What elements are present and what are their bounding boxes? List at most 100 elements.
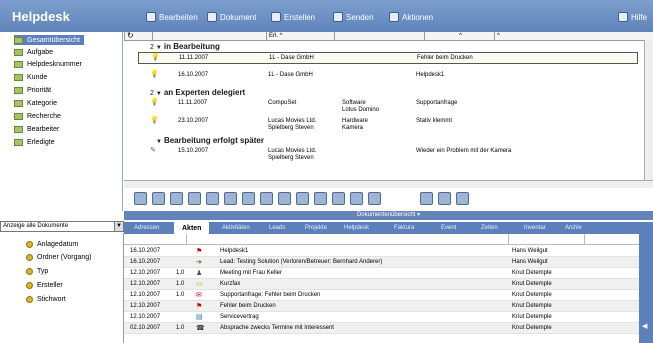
file-row[interactable]: 12.10.2007 1.0 ▭ Kurzfax Knut Detemple <box>124 279 639 290</box>
file-row[interactable]: 12.10.2007 ⚑ Fehler beim Drucken Knut Detem… <box>124 301 639 312</box>
view-icon <box>14 60 23 68</box>
tab-adressen[interactable]: Adressen <box>134 225 159 231</box>
app-title: Helpdesk <box>12 9 70 24</box>
file-row[interactable]: 12.10.2007 1.0 ♟ Meeting mit Frau Keller Knu… <box>124 268 639 279</box>
file-row[interactable]: 12.10.2007 ▤ Servicevertrag Knut Detemple <box>124 312 639 323</box>
nav-item-aufgabe[interactable]: Aufgabe <box>14 47 53 57</box>
nav-item-kategorie[interactable]: Kategorie <box>14 98 57 108</box>
list-row[interactable]: ✎ 15.10.2007 Lucas Movies Ltd. Spielberg… <box>138 146 638 162</box>
folder-icon: ▭ <box>196 281 203 288</box>
tab-faktura[interactable]: Faktura <box>394 225 414 231</box>
view-select[interactable]: Anzeige alle Dokumente ▼ <box>0 221 124 232</box>
icon-toolbar <box>124 189 653 210</box>
column-subject[interactable]: ^ <box>494 32 644 41</box>
nav-item-recherche[interactable]: Recherche <box>14 111 61 121</box>
tab-projekte[interactable]: Projekte <box>305 225 327 231</box>
horizontal-scrollbar[interactable] <box>124 180 653 188</box>
tab-helpdesk[interactable]: Helpdesk <box>344 225 369 231</box>
view-icon <box>26 268 33 275</box>
bnav-anlagedatum[interactable]: Anlagedatum <box>26 241 78 248</box>
person-icon[interactable] <box>438 192 451 205</box>
tab-aktivitaeten[interactable]: Aktivitäten <box>222 225 250 231</box>
group-header[interactable]: 2 ▼ an Experten delegiert <box>150 88 245 97</box>
tab-leads[interactable]: Leads <box>269 225 285 231</box>
bnav-ersteller[interactable]: Ersteller <box>26 282 63 289</box>
list-row[interactable]: 💡 16.10.2007 1L - Dase GmbH Helpdesk1 <box>138 70 638 82</box>
toolbar-aktionen[interactable]: Aktionen <box>389 12 433 22</box>
chevron-left-icon: ◀ <box>642 323 648 330</box>
file-row[interactable]: 12.10.2007 1.0 ✉ Supportanfrage: Fehler bei… <box>124 290 639 301</box>
file-row[interactable]: 02.10.2007 1.0 ☎ Absprache zwecks Termine m… <box>124 323 639 334</box>
nav-item-kunde[interactable]: Kunde <box>14 72 47 82</box>
nav-item-erledigte[interactable]: Erledigte <box>14 137 55 147</box>
building-icon[interactable] <box>278 192 291 205</box>
toolbar-senden[interactable]: Senden <box>333 12 374 22</box>
view-icon <box>14 36 23 44</box>
tab-zeiten[interactable]: Zeiten <box>481 225 498 231</box>
edit-icon[interactable] <box>260 192 273 205</box>
document-overview-bar[interactable]: Dokumentenübersicht ▾ <box>124 211 653 220</box>
contact-icon[interactable] <box>134 192 147 205</box>
flag-icon: ⚑ <box>196 248 203 255</box>
chevron-down-icon: ▼ <box>114 222 123 231</box>
tab-akten[interactable]: Akten <box>174 222 210 234</box>
bottom-nav: Anlagedatum Ordner (Vorgang) Typ Erstell… <box>0 233 124 343</box>
toolbar-bearbeiten[interactable]: Bearbeiten <box>146 12 198 22</box>
bnav-typ[interactable]: Typ <box>26 268 48 275</box>
group-header[interactable]: ▼ Bearbeitung erfolgt später <box>156 136 264 145</box>
column-company[interactable] <box>334 32 424 41</box>
chart-icon[interactable] <box>296 192 309 205</box>
help-button[interactable]: Hilfe <box>618 12 647 22</box>
send-icon <box>333 12 343 22</box>
tab-bar: Adressen Akten Aktivitäten Leads Projekt… <box>124 222 653 234</box>
note-icon[interactable] <box>152 192 165 205</box>
letter-icon[interactable] <box>242 192 255 205</box>
fax-icon[interactable] <box>206 192 219 205</box>
toolbar-dokument[interactable]: Dokument <box>207 12 256 22</box>
vertical-scrollbar[interactable] <box>644 40 653 180</box>
bnav-stichwort[interactable]: Stichwort <box>26 296 66 303</box>
side-panel-toggle[interactable]: ◀ <box>639 234 653 343</box>
nav-item-helpdesknummer[interactable]: Helpdesknummer <box>14 59 82 69</box>
home-icon[interactable] <box>420 192 433 205</box>
sms-icon[interactable] <box>224 192 237 205</box>
tab-archiv[interactable]: Archiv <box>565 225 582 231</box>
list-row[interactable]: 💡 23.10.2007 Lucas Movies Ltd. Spielberg… <box>138 116 638 132</box>
tab-event[interactable]: Event <box>441 225 456 231</box>
mail-icon[interactable] <box>170 192 183 205</box>
refresh-icon[interactable]: ↻ <box>124 32 136 41</box>
tab-inventar[interactable]: Inventar <box>524 225 546 231</box>
document-icon <box>207 12 217 22</box>
sidebar-nav: Gesamtübersicht Aufgabe Helpdesknummer K… <box>0 32 123 211</box>
view-icon <box>26 241 33 248</box>
column-icon[interactable] <box>152 32 166 41</box>
bnav-ordner[interactable]: Ordner (Vorgang) <box>26 254 91 261</box>
toolbar-erstellen[interactable]: Erstellen <box>271 12 315 22</box>
folder-icon[interactable] <box>368 192 381 205</box>
pen-icon <box>146 12 156 22</box>
print-icon[interactable] <box>314 192 327 205</box>
app-header: Helpdesk Bearbeiten Dokument Erstellen S… <box>0 0 653 32</box>
file-row[interactable]: 16.10.2007 ⚑ Helpdesk1 Hans Weilgut <box>124 246 639 257</box>
help-icon <box>618 12 628 22</box>
group-icon: ♟ <box>196 270 203 277</box>
nav-item-gesamtuebersicht[interactable]: Gesamtübersicht <box>14 35 84 45</box>
view-icon <box>14 73 23 81</box>
list-row[interactable]: 💡 11.11.2007 1L - Dase GmbH Fehler beim … <box>138 52 638 64</box>
phone-icon[interactable] <box>188 192 201 205</box>
view-icon <box>14 48 23 56</box>
nav-item-bearbeiter[interactable]: Bearbeiter <box>14 124 59 134</box>
list-row[interactable]: 💡 11.11.2007 CompuSet Software Lotus Dom… <box>138 98 638 114</box>
file-row[interactable]: 16.10.2007 ➜ Lead: Testing Solution (Verlo… <box>124 257 639 268</box>
calendar-icon[interactable] <box>332 192 345 205</box>
bulb-icon: 💡 <box>151 54 160 61</box>
column-topic[interactable]: ^ <box>424 32 494 41</box>
group-header[interactable]: 2 ▼ in Bearbeitung <box>150 42 220 51</box>
task-icon[interactable] <box>456 192 469 205</box>
nav-item-prioritaet[interactable]: Priorität <box>14 85 51 95</box>
doc-icon: ▤ <box>196 314 203 321</box>
column-erl[interactable]: Erl. ^ <box>266 32 334 41</box>
bulb-icon: 💡 <box>150 71 159 78</box>
view-icon <box>14 138 23 146</box>
help-icon[interactable] <box>350 192 363 205</box>
